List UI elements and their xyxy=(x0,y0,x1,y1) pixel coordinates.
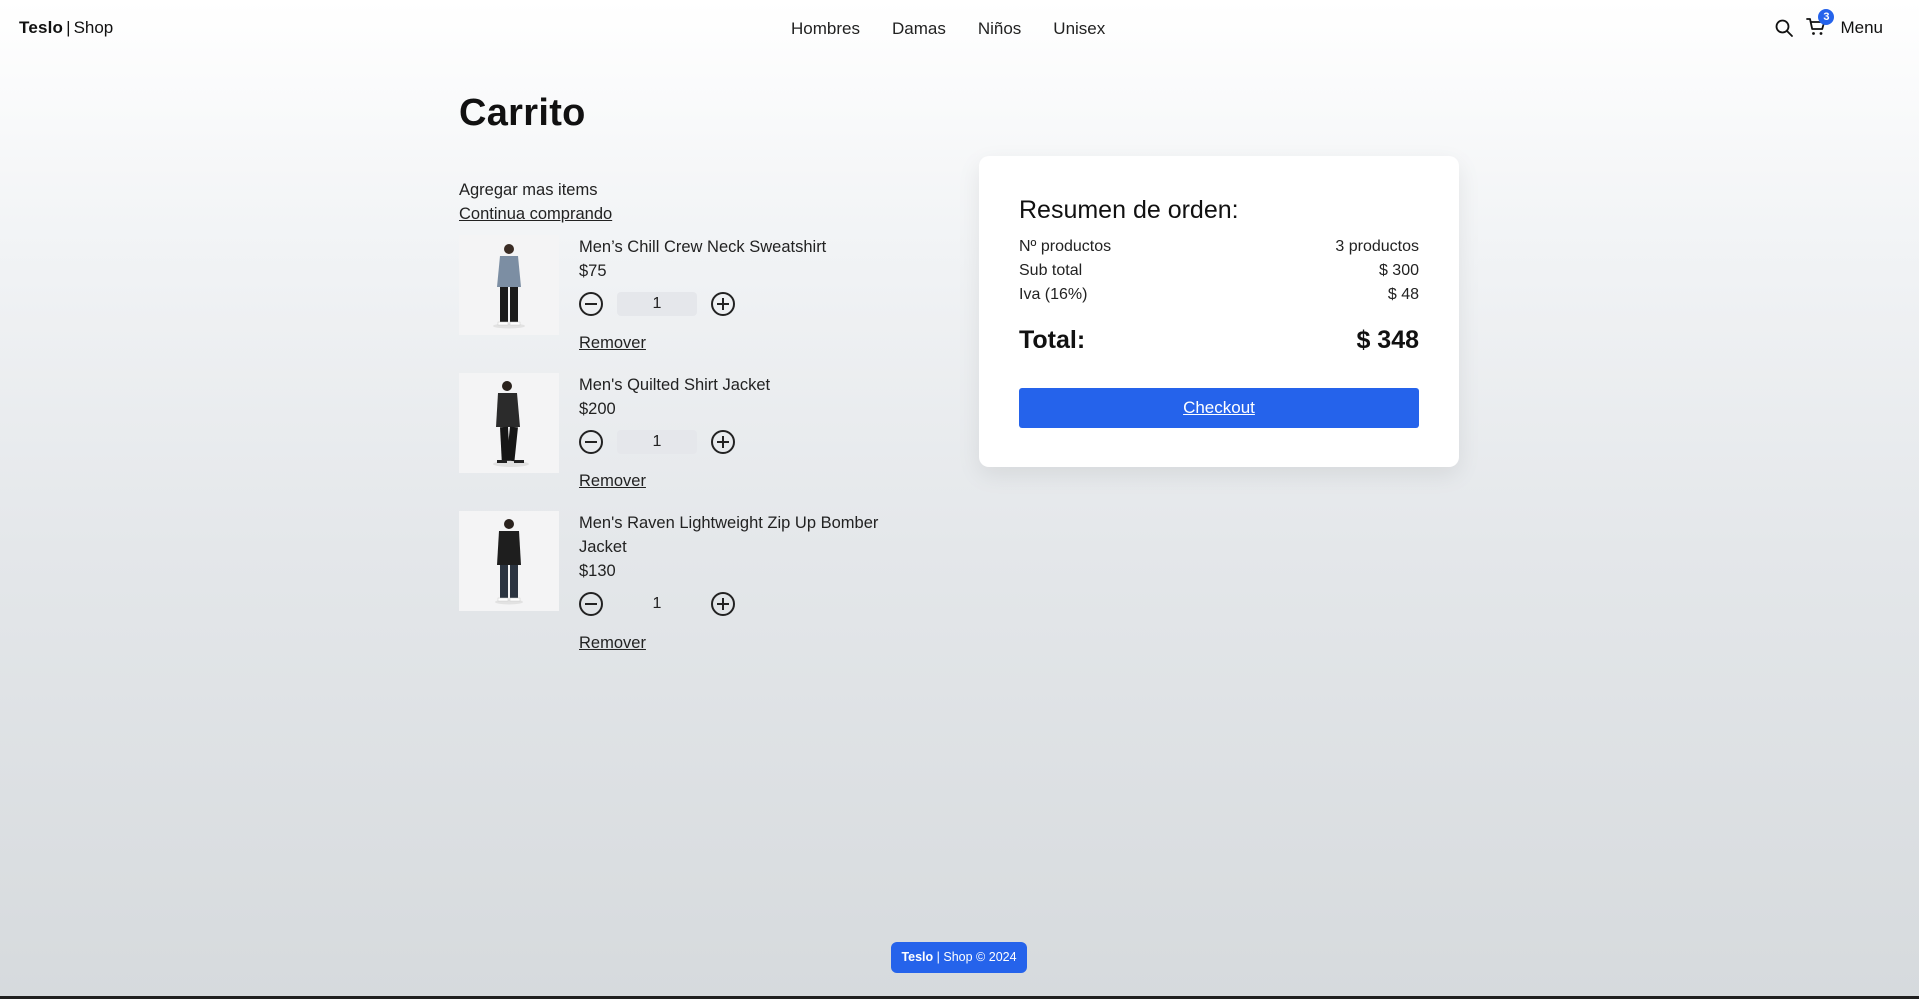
quantity-value: 1 xyxy=(652,595,662,612)
quantity-stepper: 1 xyxy=(579,427,919,457)
increase-qty-button[interactable] xyxy=(711,292,735,316)
summary-value: $ 48 xyxy=(1387,286,1419,303)
nav-link-hombres[interactable]: Hombres xyxy=(791,19,860,39)
brand-separator: | xyxy=(66,18,71,37)
footer-brand: Teslo xyxy=(901,950,934,964)
summary-value: $ 300 xyxy=(1378,262,1419,279)
nav-link-unisex[interactable]: Unisex xyxy=(1053,19,1105,39)
remove-item-link[interactable]: Remover xyxy=(579,631,646,655)
summary-row-tax: Iva (16%) $ 48 xyxy=(1019,286,1419,304)
continue-shopping-link[interactable]: Continua comprando xyxy=(459,202,612,226)
product-figure-torso xyxy=(496,393,520,427)
menu-button[interactable]: Menu xyxy=(1840,18,1883,38)
decrease-qty-button[interactable] xyxy=(579,292,603,316)
product-figure-torso xyxy=(497,531,521,565)
total-label: Total: xyxy=(1019,326,1086,354)
quantity-value: 1 xyxy=(617,430,697,454)
increase-qty-button[interactable] xyxy=(711,592,735,616)
product-price: $75 xyxy=(579,262,607,280)
product-name[interactable]: Men’s Chill Crew Neck Sweatshirt xyxy=(579,235,919,259)
top-navbar: Teslo | Shop Hombres Damas Niños Unisex 3 … xyxy=(0,0,1919,56)
total-value: $ 348 xyxy=(1356,326,1419,354)
remove-item-link[interactable]: Remover xyxy=(579,469,646,493)
summary-value: 3 productos xyxy=(1335,238,1419,255)
product-image[interactable] xyxy=(459,235,559,335)
quantity-value: 1 xyxy=(617,292,697,316)
summary-row-subtotal: Sub total $ 300 xyxy=(1019,262,1419,280)
nav-link-ninos[interactable]: Niños xyxy=(978,19,1021,39)
product-price: $200 xyxy=(579,400,616,418)
nav-link-damas[interactable]: Damas xyxy=(892,19,946,39)
summary-label: Iva (16%) xyxy=(1019,286,1088,303)
search-icon[interactable] xyxy=(1774,18,1794,38)
product-image[interactable] xyxy=(459,373,559,473)
add-more-label: Agregar mas items xyxy=(459,181,598,199)
remove-item-link[interactable]: Remover xyxy=(579,331,646,355)
summary-row-products: Nº productos 3 productos xyxy=(1019,238,1419,256)
increase-qty-button[interactable] xyxy=(711,430,735,454)
summary-total: Total: $ 348 xyxy=(1019,326,1419,355)
checkout-button[interactable]: Checkout xyxy=(1019,388,1419,428)
quantity-stepper: 1 xyxy=(579,289,919,319)
add-more-section: Agregar mas items Continua comprando xyxy=(459,178,612,226)
quantity-stepper: 1 xyxy=(579,589,919,619)
product-name[interactable]: Men's Quilted Shirt Jacket xyxy=(579,373,919,397)
brand-name: Teslo xyxy=(19,18,64,37)
brand-suffix: Shop xyxy=(73,18,114,37)
footer-text: Shop © 2024 xyxy=(943,950,1017,964)
category-links: Hombres Damas Niños Unisex xyxy=(791,19,1105,39)
brand-logo[interactable]: Teslo | Shop xyxy=(19,18,113,38)
footer-separator: | xyxy=(936,950,940,964)
product-figure-torso xyxy=(497,256,521,287)
summary-title: Resumen de orden: xyxy=(1019,196,1239,224)
product-image[interactable] xyxy=(459,511,559,611)
decrease-qty-button[interactable] xyxy=(579,430,603,454)
decrease-qty-button[interactable] xyxy=(579,592,603,616)
summary-label: Sub total xyxy=(1019,262,1083,279)
cart-button[interactable]: 3 xyxy=(1806,9,1835,39)
footer-badge: Teslo | Shop © 2024 xyxy=(891,942,1027,973)
product-price: $130 xyxy=(579,562,616,580)
product-name[interactable]: Men's Raven Lightweight Zip Up Bomber Ja… xyxy=(579,511,919,559)
page-title: Carrito xyxy=(459,92,586,134)
cart-count-badge: 3 xyxy=(1818,9,1835,25)
order-summary-card: Resumen de orden: Nº productos 3 product… xyxy=(979,156,1459,467)
summary-label: Nº productos xyxy=(1019,238,1112,255)
nav-actions: 3 Menu xyxy=(1774,9,1883,39)
